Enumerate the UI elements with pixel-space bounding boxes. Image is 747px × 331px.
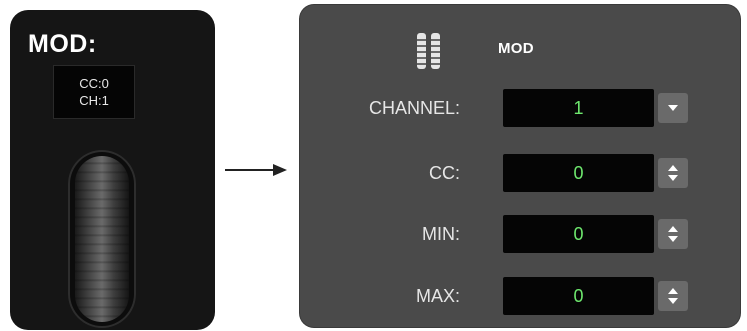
max-value[interactable]: 0 (503, 277, 654, 315)
dropdown-arrow-icon (668, 105, 678, 111)
channel-label: CHANNEL: (368, 98, 460, 118)
cc-row: CC: 0 (300, 154, 740, 192)
stepper-arrows-icon (668, 226, 678, 242)
mod-wheel[interactable] (75, 156, 129, 322)
cc-stepper-button[interactable] (658, 158, 688, 188)
max-stepper-button[interactable] (658, 281, 688, 311)
cc-label: CC: (429, 163, 460, 183)
hardware-mod-panel: MOD: CC:0 CH:1 (10, 10, 215, 330)
min-value[interactable]: 0 (503, 215, 654, 253)
software-title: MOD (498, 40, 534, 57)
hardware-display: CC:0 CH:1 (53, 65, 135, 119)
channel-value[interactable]: 1 (503, 89, 654, 127)
hardware-title: MOD: (28, 30, 97, 58)
min-label: MIN: (422, 224, 460, 244)
mod-wheel-slot (68, 150, 136, 328)
stepper-arrows-icon (668, 288, 678, 304)
min-stepper-button[interactable] (658, 219, 688, 249)
channel-row: CHANNEL: 1 (300, 89, 740, 127)
hardware-display-cc: CC:0 (79, 76, 109, 91)
min-row: MIN: 0 (300, 215, 740, 253)
stepper-arrows-icon (668, 165, 678, 181)
channel-dropdown-button[interactable] (658, 93, 688, 123)
right-arrow-icon (225, 164, 287, 176)
mod-wheel-icon (417, 33, 440, 69)
max-label: MAX: (415, 286, 460, 306)
cc-value[interactable]: 0 (503, 154, 654, 192)
software-mod-panel: MOD CHANNEL: 1 CC: 0 MIN: 0 MAX: 0 (300, 5, 740, 327)
max-row: MAX: 0 (300, 277, 740, 315)
hardware-display-ch: CH:1 (79, 93, 109, 108)
